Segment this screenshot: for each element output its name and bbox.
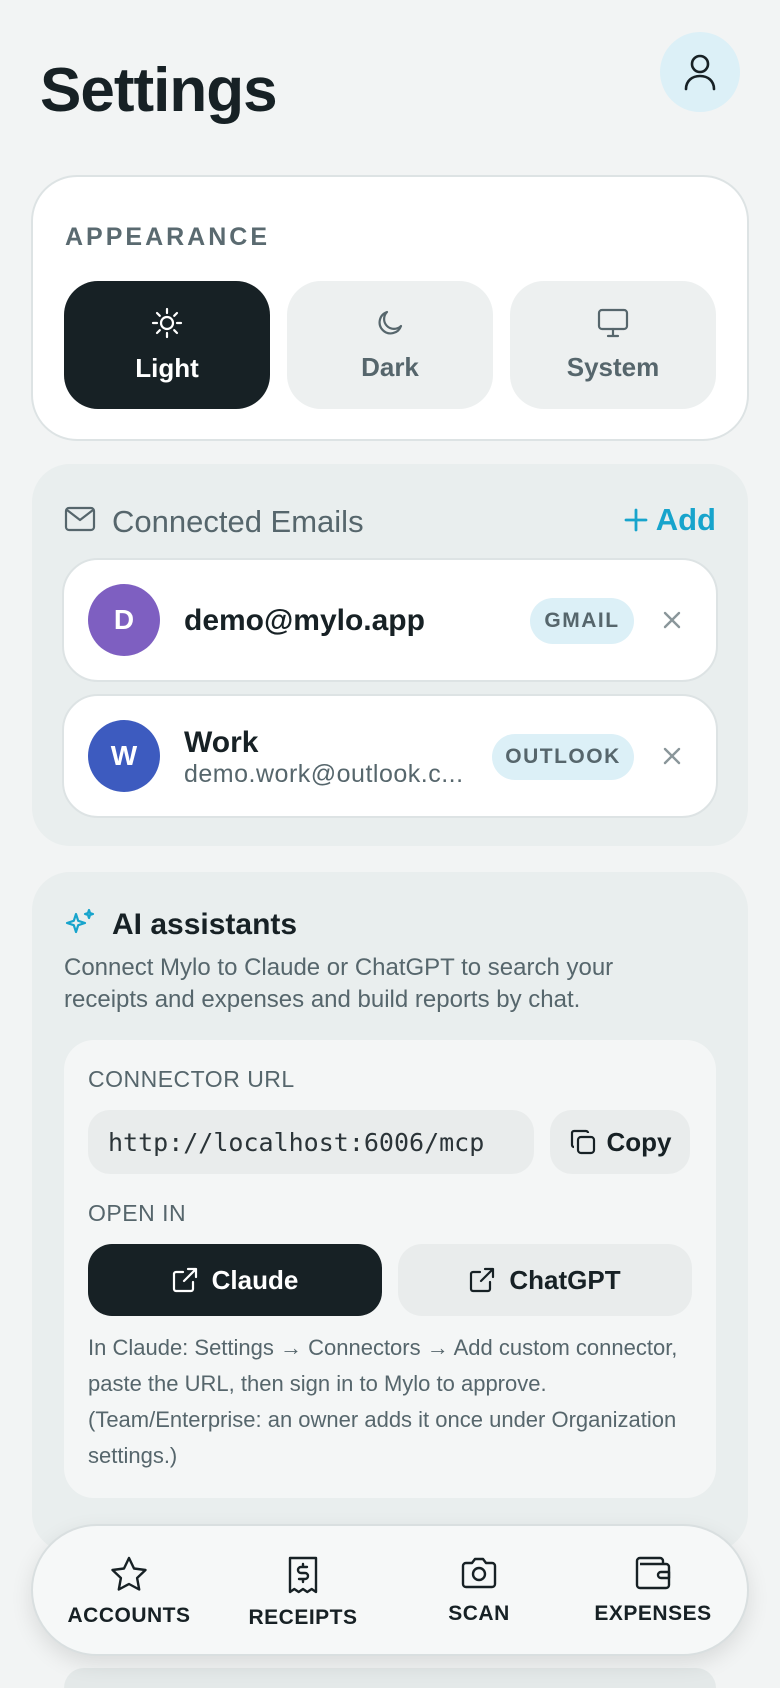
connected-emails-title: Connected Emails: [112, 504, 364, 539]
camera-icon: [460, 1556, 498, 1590]
connector-card: CONNECTOR URL http://localhost:6006/mcp …: [64, 1040, 716, 1498]
external-link-icon: [469, 1267, 495, 1293]
nav-scan[interactable]: SCAN: [419, 1556, 539, 1626]
copy-icon: [569, 1128, 597, 1156]
nav-receipts-label: RECEIPTS: [248, 1606, 358, 1629]
email-account-name: demo@mylo.app: [184, 604, 425, 637]
bottom-nav: ACCOUNTS RECEIPTS SCAN EXPENSES: [31, 1524, 749, 1656]
ai-assistants-title: AI assistants: [112, 908, 298, 941]
copy-label: Copy: [606, 1126, 672, 1157]
ai-assistants-description: Connect Mylo to Claude or ChatGPT to sea…: [64, 954, 614, 1013]
next-card-peek: [64, 1668, 716, 1688]
email-account-row[interactable]: W Work demo.work@outlook.c... OUTLOOK: [62, 694, 718, 818]
connected-emails-header: Connected Emails Add: [64, 500, 716, 540]
close-icon: [662, 746, 682, 766]
theme-dark-button[interactable]: Dark: [287, 281, 493, 409]
remove-email-button[interactable]: [656, 740, 688, 772]
star-icon: [110, 1556, 148, 1592]
sparkles-icon: [64, 908, 96, 940]
add-email-label: Add: [655, 502, 716, 537]
appearance-label: APPEARANCE: [65, 223, 271, 251]
remove-email-button[interactable]: [656, 604, 688, 636]
provider-badge: OUTLOOK: [492, 734, 634, 780]
add-email-button[interactable]: Add: [624, 502, 716, 538]
nav-accounts-label: ACCOUNTS: [67, 1604, 191, 1627]
connected-emails-section: Connected Emails Add D demo@mylo.app GMA…: [32, 464, 748, 846]
ai-assistants-section: AI assistants Connect Mylo to Claude or …: [32, 872, 748, 1552]
nav-scan-label: SCAN: [448, 1602, 510, 1625]
theme-light-button[interactable]: Light: [64, 281, 270, 409]
open-in-label: OPEN IN: [88, 1200, 187, 1226]
connector-url-field[interactable]: http://localhost:6006/mcp: [88, 1110, 534, 1174]
plus-icon: [624, 508, 648, 532]
theme-system-label: System: [566, 351, 660, 382]
connector-instructions: In Claude: Settings → Connectors → Add c…: [88, 1335, 678, 1468]
wallet-icon: [634, 1556, 672, 1590]
chatgpt-label: ChatGPT: [509, 1264, 621, 1295]
open-in-chatgpt-button[interactable]: ChatGPT: [398, 1244, 692, 1316]
close-icon: [662, 610, 682, 630]
page-title: Settings: [40, 56, 278, 125]
theme-dark-label: Dark: [361, 351, 419, 382]
nav-expenses[interactable]: EXPENSES: [593, 1556, 713, 1626]
nav-expenses-label: EXPENSES: [594, 1602, 712, 1625]
mail-icon: [64, 506, 96, 532]
provider-badge: GMAIL: [530, 598, 634, 644]
external-link-icon: [172, 1267, 198, 1293]
theme-light-label: Light: [135, 352, 199, 383]
email-account-name: Work: [184, 726, 259, 759]
appearance-card: APPEARANCE Light Dark System: [31, 175, 749, 441]
header: Settings: [40, 30, 740, 142]
claude-label: Claude: [211, 1264, 299, 1295]
moon-icon: [375, 308, 405, 338]
copy-url-button[interactable]: Copy: [550, 1110, 690, 1174]
connector-url-label: CONNECTOR URL: [88, 1066, 295, 1092]
user-icon: [683, 53, 717, 91]
avatar: W: [88, 720, 160, 792]
nav-receipts[interactable]: RECEIPTS: [243, 1556, 363, 1630]
theme-system-button[interactable]: System: [510, 281, 716, 409]
profile-button[interactable]: [660, 32, 740, 112]
receipt-icon: [287, 1556, 319, 1594]
email-account-address: demo.work@outlook.c...: [184, 760, 464, 788]
nav-accounts[interactable]: ACCOUNTS: [67, 1556, 191, 1628]
avatar: D: [88, 584, 160, 656]
open-in-claude-button[interactable]: Claude: [88, 1244, 382, 1316]
sun-icon: [151, 307, 183, 339]
monitor-icon: [597, 308, 629, 338]
email-account-row[interactable]: D demo@mylo.app GMAIL: [62, 558, 718, 682]
